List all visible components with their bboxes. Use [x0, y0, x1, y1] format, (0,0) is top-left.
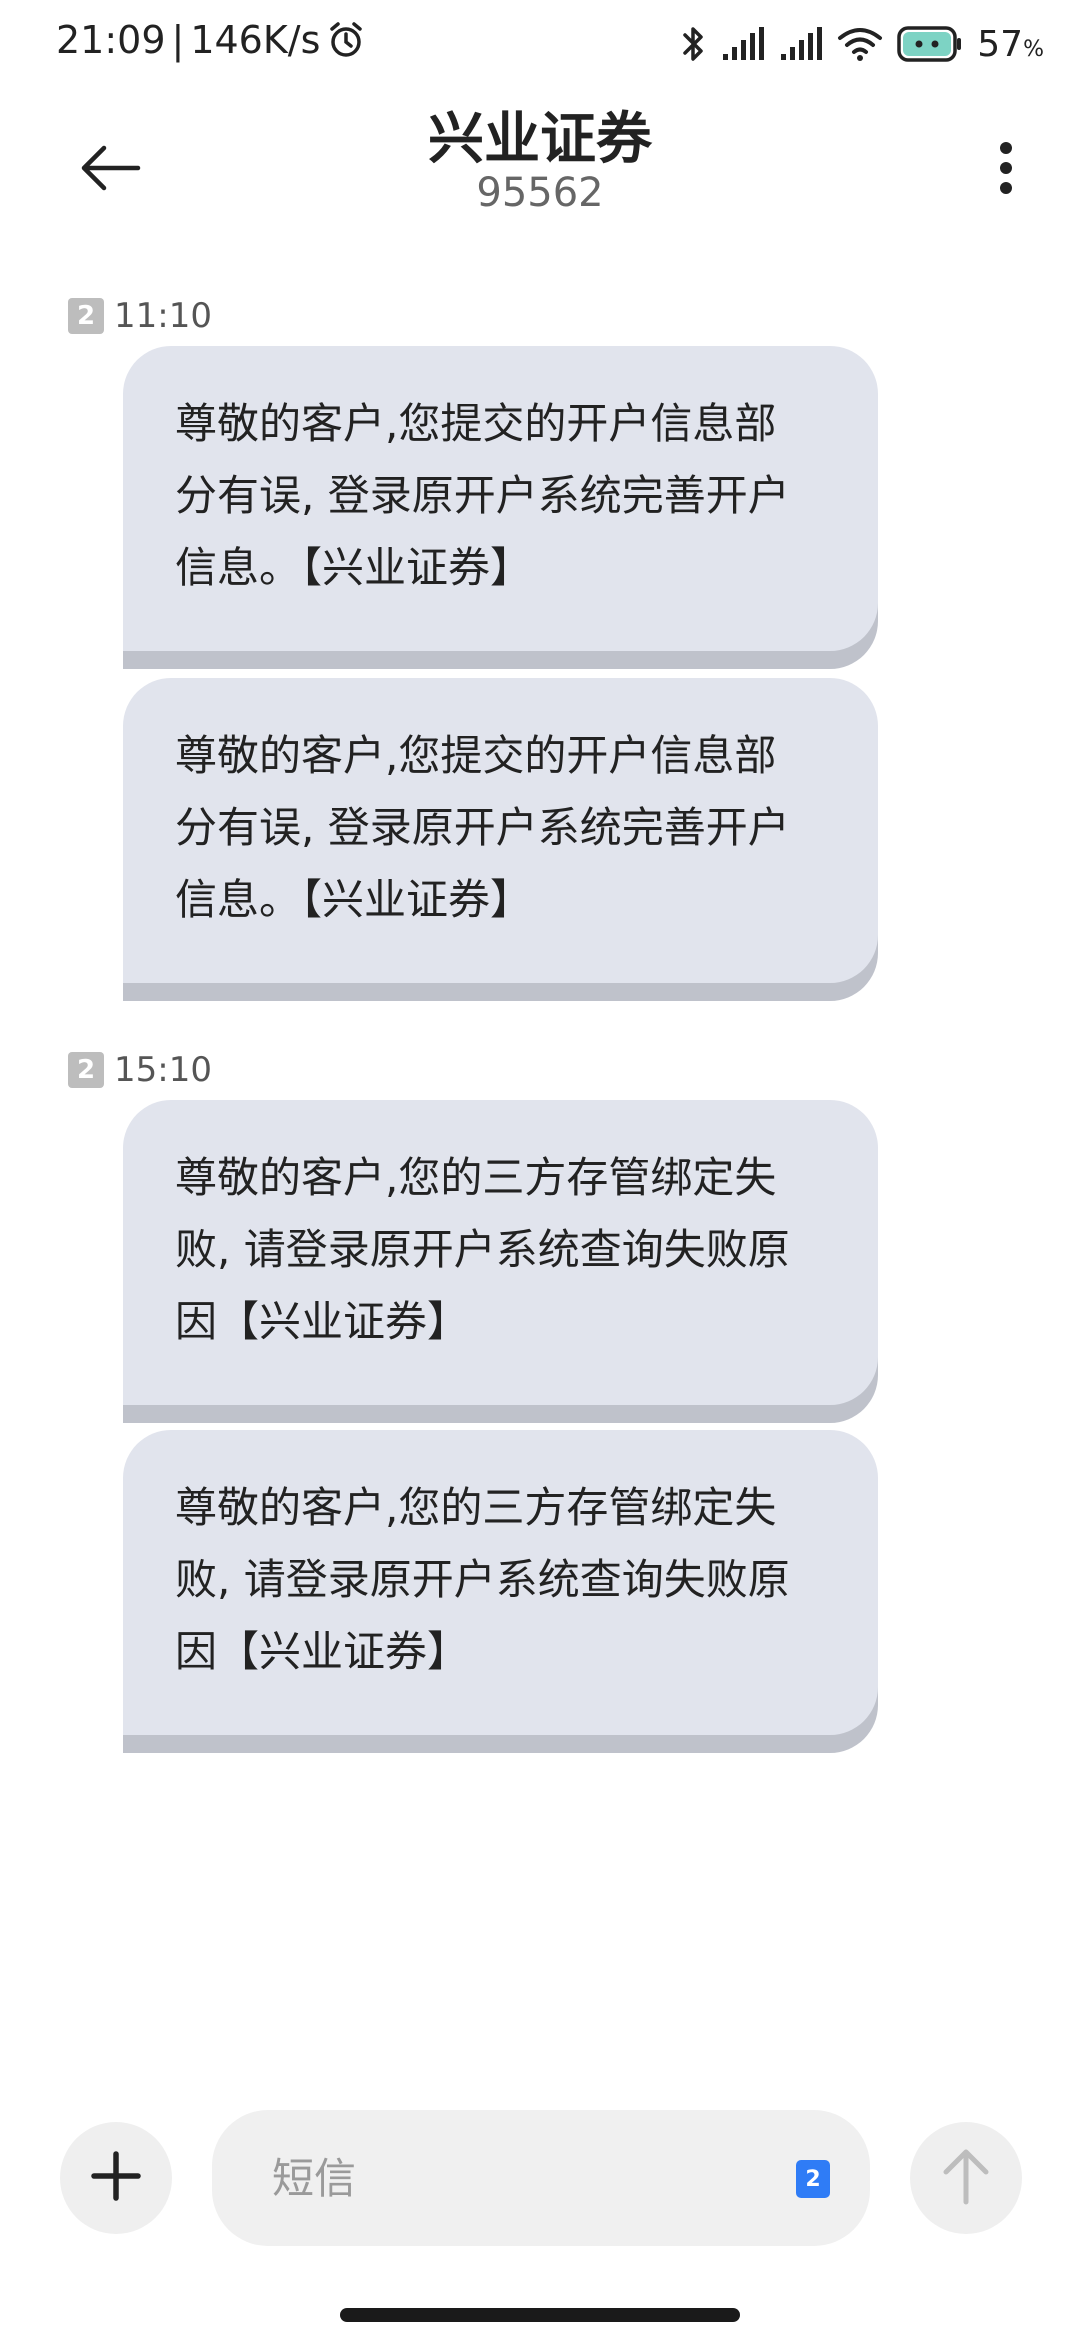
sim-selector-icon[interactable]: 2	[796, 2160, 830, 2198]
message-compose-box[interactable]: 2	[212, 2110, 870, 2246]
add-attachment-button[interactable]	[60, 2122, 172, 2234]
arrow-up-icon	[940, 2146, 992, 2210]
status-bar: 21:09 | 146K/s 57%	[0, 0, 1080, 90]
more-options-button[interactable]	[956, 120, 1056, 220]
message-input[interactable]	[272, 2110, 732, 2246]
message-line: 败, 请登录原开户系统查询失败原	[175, 1555, 790, 1604]
alarm-icon	[326, 20, 366, 60]
message-time-marker: 2 15:10	[68, 1050, 212, 1090]
status-time: 21:09	[56, 18, 166, 62]
battery-percent: 57	[977, 23, 1024, 65]
message-line: 因【兴业证券】	[175, 1627, 470, 1676]
message-line: 分有误, 登录原开户系统完善开户	[175, 471, 790, 520]
battery-unit: %	[1023, 36, 1044, 62]
contact-name: 兴业证券	[428, 107, 652, 172]
battery-icon	[897, 24, 963, 64]
message-bubble[interactable]: 尊敬的客户,您的三方存管绑定失 败, 请登录原开户系统查询失败原 因【兴业证券】	[123, 1430, 878, 1735]
plus-icon	[90, 2150, 142, 2206]
message-time: 15:10	[114, 1050, 212, 1090]
message-line: 分有误, 登录原开户系统完善开户	[175, 803, 790, 852]
status-separator: |	[171, 18, 185, 62]
cellular-signal-icon	[721, 26, 765, 62]
message-time-marker: 2 11:10	[68, 296, 212, 336]
message-bubble[interactable]: 尊敬的客户,您提交的开户信息部 分有误, 登录原开户系统完善开户 信息。【兴业证…	[123, 346, 878, 651]
sim-card-icon: 2	[68, 298, 104, 334]
message-line: 尊敬的客户,您的三方存管绑定失	[175, 1153, 777, 1202]
message-line: 信息。【兴业证券】	[175, 875, 533, 924]
network-speed: 146K/s	[190, 18, 321, 62]
contact-number: 95562	[476, 170, 604, 216]
wifi-icon	[837, 26, 883, 62]
bluetooth-icon	[679, 24, 707, 64]
message-time: 11:10	[114, 296, 212, 336]
more-vertical-icon	[998, 140, 1014, 200]
home-indicator[interactable]	[340, 2308, 740, 2322]
sim-card-icon: 2	[68, 1052, 104, 1088]
message-line: 尊敬的客户,您提交的开户信息部	[175, 399, 777, 448]
message-bubble[interactable]: 尊敬的客户,您的三方存管绑定失 败, 请登录原开户系统查询失败原 因【兴业证券】	[123, 1100, 878, 1405]
status-right: 57%	[679, 18, 1044, 70]
battery-text: 57%	[977, 24, 1044, 65]
message-bubble[interactable]: 尊敬的客户,您提交的开户信息部 分有误, 登录原开户系统完善开户 信息。【兴业证…	[123, 678, 878, 983]
send-button[interactable]	[910, 2122, 1022, 2234]
message-line: 败, 请登录原开户系统查询失败原	[175, 1225, 790, 1274]
message-line: 因【兴业证券】	[175, 1297, 470, 1346]
message-line: 尊敬的客户,您提交的开户信息部	[175, 731, 777, 780]
cellular-signal-2-icon	[779, 26, 823, 62]
conversation-header: 兴业证券 95562	[0, 90, 1080, 240]
message-line: 信息。【兴业证券】	[175, 543, 533, 592]
message-line: 尊敬的客户,您的三方存管绑定失	[175, 1483, 777, 1532]
status-left: 21:09 | 146K/s	[56, 18, 366, 62]
